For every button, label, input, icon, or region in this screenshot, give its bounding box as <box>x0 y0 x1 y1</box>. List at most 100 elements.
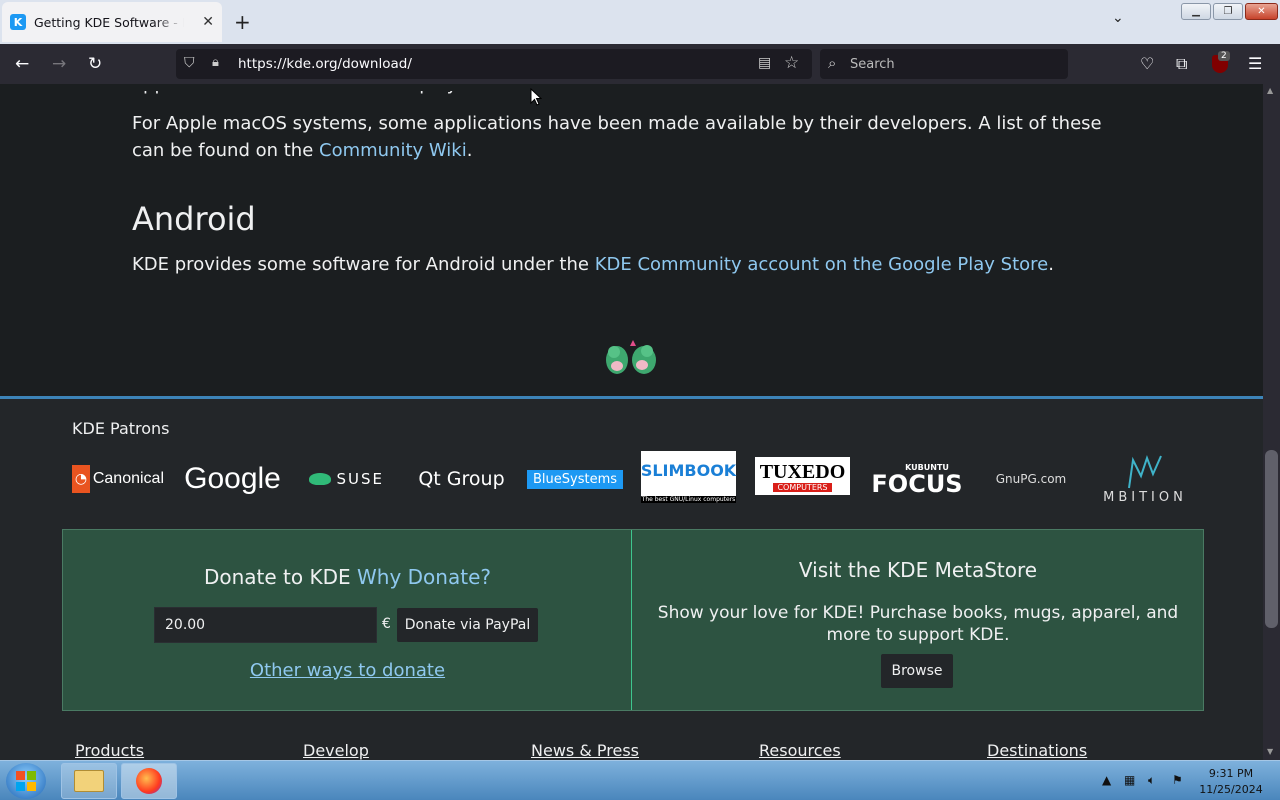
window-close-button[interactable]: ✕ <box>1245 3 1278 20</box>
suse-chameleon-icon <box>309 473 331 485</box>
why-donate-link[interactable]: Why Donate? <box>357 565 491 589</box>
menu-icon[interactable]: ☰ <box>1248 54 1262 73</box>
sponsor-google[interactable]: Google <box>184 451 281 507</box>
extension-badge: 2 <box>1218 51 1230 61</box>
taskbar-file-explorer[interactable] <box>61 763 117 799</box>
reload-icon[interactable]: ↻ <box>88 54 102 74</box>
metastore-text: Show your love for KDE! Purchase books, … <box>657 603 1179 645</box>
macos-paragraph: For Apple macOS systems, some applicatio… <box>132 110 1122 164</box>
gnupg-label: GnuPG.com <box>995 472 1067 486</box>
sponsor-canonical[interactable]: ◔ Canonical <box>72 451 164 507</box>
browse-store-button[interactable]: Browse <box>881 654 953 688</box>
partially-scrolled-text: applications are available on ... play <box>132 84 458 95</box>
android-paragraph: KDE provides some software for Android u… <box>132 251 1122 278</box>
donate-title-text: Donate to KDE <box>203 565 358 589</box>
windows-taskbar: ▲ ▦ 🔈︎ ⚑ 9:31 PM 11/25/2024 <box>0 760 1280 800</box>
tab-title: Getting KDE Software - KDE Community <box>34 14 184 30</box>
list-all-tabs-icon[interactable]: ⌄ <box>1112 10 1124 26</box>
browser-titlebar: K Getting KDE Software - KDE Community ✕… <box>0 0 1280 44</box>
footer-nav-resources[interactable]: Resources <box>759 741 841 760</box>
firefox-icon <box>136 768 162 794</box>
tuxedo-label: TUXEDO <box>759 460 846 483</box>
macos-text-end: . <box>466 140 473 161</box>
tab-close-icon[interactable]: ✕ <box>202 14 214 30</box>
android-heading: Android <box>132 200 256 238</box>
community-wiki-link[interactable]: Community Wiki <box>319 140 467 161</box>
scrollbar-thumb[interactable] <box>1265 450 1278 628</box>
patrons-title: KDE Patrons <box>72 419 170 438</box>
site-footer: KDE Patrons ◔ Canonical Google SUSE Qt G… <box>0 396 1263 760</box>
tray-expand-icon[interactable]: ▲ <box>1102 773 1111 787</box>
forward-icon[interactable]: → <box>52 54 66 74</box>
sponsor-qt-group[interactable]: Qt Group <box>413 451 510 507</box>
start-button[interactable] <box>6 763 46 799</box>
bluesystems-label: BlueSystems <box>527 469 623 489</box>
clock-date: 11/25/2024 <box>1199 783 1263 796</box>
slimbook-tagline: The best GNU/Linux computers <box>641 496 736 503</box>
footer-nav-destinations[interactable]: Destinations <box>987 741 1087 760</box>
mbition-label: MBITION <box>1103 489 1187 505</box>
donate-paypal-button[interactable]: Donate via PayPal <box>397 608 538 642</box>
search-input[interactable]: Search <box>850 57 895 72</box>
mbition-logo-icon <box>1128 454 1162 488</box>
metastore-title: Visit the KDE MetaStore <box>798 558 1038 582</box>
action-center-flag-icon[interactable]: ⚑ <box>1172 773 1183 787</box>
android-text-end: . <box>1048 254 1054 275</box>
navigation-toolbar: ← → ↻ ⛉ 🔒︎ https://kde.org/download/ ▤ ☆… <box>0 44 1280 84</box>
page-scrollbar[interactable] <box>1263 84 1280 760</box>
taskbar-firefox[interactable] <box>121 763 177 799</box>
mouse-cursor-icon <box>530 88 542 106</box>
donate-panel: Donate to KDE Why Donate? 20.00 € Donate… <box>62 529 1204 711</box>
macos-text: For Apple macOS systems, some applicatio… <box>132 113 1102 161</box>
search-bar[interactable]: ⌕ Search <box>820 49 1068 79</box>
folder-icon <box>74 770 104 792</box>
currency-symbol: € <box>382 616 391 632</box>
scroll-down-icon[interactable]: ▼ <box>1267 747 1273 756</box>
search-icon: ⌕ <box>828 54 837 72</box>
volume-muted-icon[interactable]: 🔈︎ <box>1148 773 1155 788</box>
restore-button[interactable]: ❐ <box>1213 3 1243 20</box>
sponsor-kubuntu-focus[interactable]: KUBUNTU FOCUS <box>869 451 965 507</box>
sponsor-bluesystems[interactable]: BlueSystems <box>527 451 623 507</box>
sponsor-gnupg[interactable]: GnuPG.com <box>991 451 1071 507</box>
new-tab-icon[interactable]: + <box>234 10 251 34</box>
taskbar-clock[interactable]: 9:31 PM 11/25/2024 <box>1196 766 1266 798</box>
url-bar[interactable]: ⛉ 🔒︎ https://kde.org/download/ ▤ ☆ <box>176 49 812 79</box>
qt-group-label: Qt Group <box>418 468 505 490</box>
bookmark-star-icon[interactable]: ☆ <box>784 53 799 73</box>
scroll-up-icon[interactable]: ▲ <box>1267 86 1273 95</box>
android-text: KDE provides some software for Android u… <box>132 254 595 275</box>
footer-nav-news-press[interactable]: News & Press <box>531 741 639 760</box>
focus-label: FOCUS <box>871 469 963 498</box>
slimbook-label: SLIMBOOK <box>640 461 737 480</box>
google-play-link[interactable]: KDE Community account on the Google Play… <box>595 254 1049 275</box>
google-label: Google <box>184 462 281 495</box>
minimize-button[interactable]: ▁ <box>1181 3 1211 20</box>
lock-icon[interactable]: 🔒︎ <box>212 55 219 70</box>
clock-time: 9:31 PM <box>1208 767 1254 780</box>
sponsor-slimbook[interactable]: SLIMBOOK The best GNU/Linux computers <box>641 451 736 503</box>
page-content: applications are available on ... play F… <box>0 84 1263 760</box>
sponsor-tuxedo[interactable]: TUXEDO COMPUTERS <box>755 457 850 495</box>
windows-logo-icon <box>16 771 36 791</box>
kde-favicon-icon: K <box>10 14 26 30</box>
network-icon[interactable]: ▦ <box>1124 773 1135 787</box>
tab-kde-download[interactable]: K Getting KDE Software - KDE Community ✕ <box>2 2 222 42</box>
konqi-dragons-icon <box>606 340 656 374</box>
url-text[interactable]: https://kde.org/download/ <box>238 56 412 72</box>
footer-nav-products[interactable]: Products <box>75 741 144 760</box>
donation-amount-input[interactable]: 20.00 <box>154 607 377 643</box>
canonical-label: Canonical <box>92 470 164 487</box>
footer-nav-develop[interactable]: Develop <box>303 741 369 760</box>
suse-label: SUSE <box>336 470 384 488</box>
extensions-icon[interactable]: ⧉ <box>1176 54 1187 74</box>
back-icon[interactable]: ← <box>15 54 29 74</box>
reader-view-icon[interactable]: ▤ <box>758 55 771 71</box>
pocket-icon[interactable]: ♡ <box>1140 54 1154 73</box>
donate-title: Donate to KDE Why Donate? <box>63 565 632 589</box>
other-ways-to-donate-link[interactable]: Other ways to donate <box>63 660 632 681</box>
tracking-shield-icon[interactable]: ⛉ <box>184 55 195 71</box>
sponsor-suse[interactable]: SUSE <box>309 451 384 507</box>
tuxedo-sub-label: COMPUTERS <box>773 482 832 492</box>
sponsor-mbition[interactable]: MBITION <box>1097 447 1193 511</box>
